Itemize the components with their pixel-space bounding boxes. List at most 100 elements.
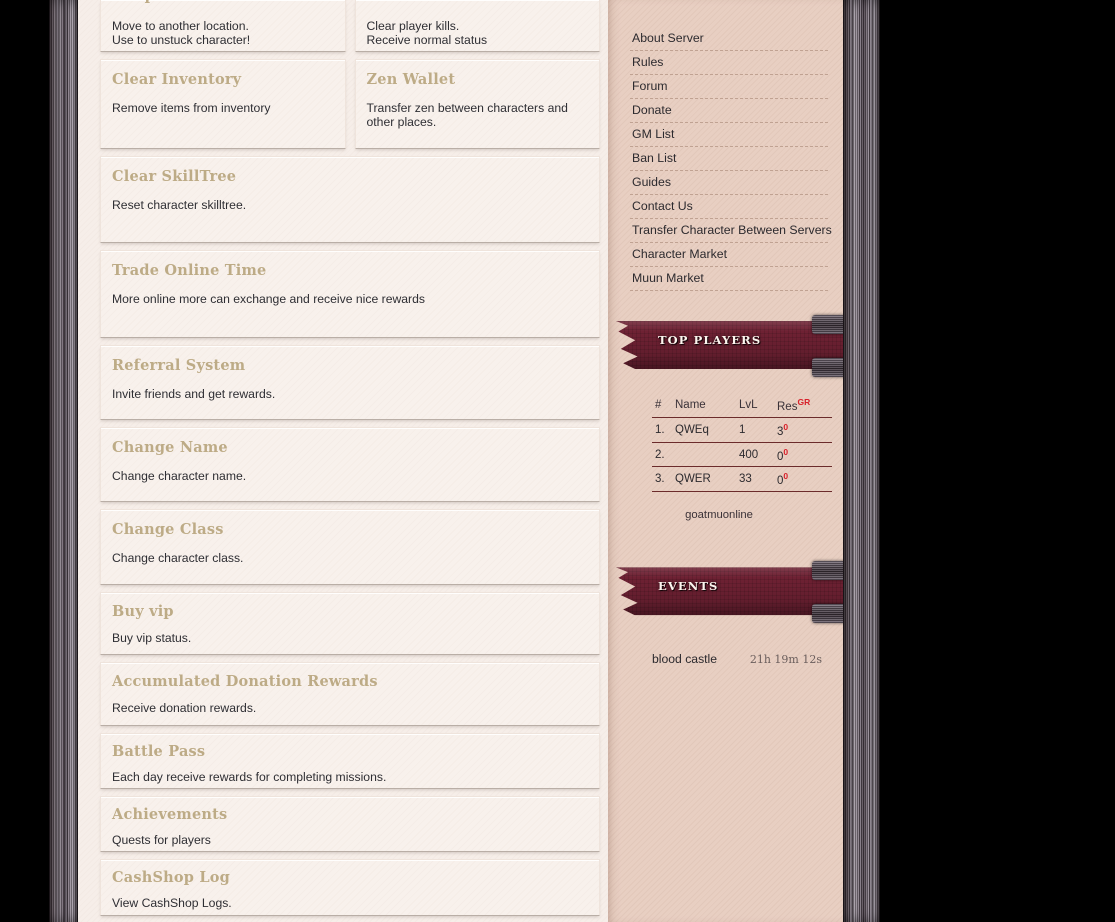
cell-resets: 00 [774,442,832,468]
header-name: Name [672,395,736,418]
header-resets: ResGR [774,395,832,418]
table-header-row: # Name LvL ResGR [652,395,832,418]
table-row[interactable]: 2. 400 00 [652,442,832,468]
sidebar: About Server Rules Forum Donate GM List Ban L… [616,0,843,669]
card-description: Move to another location. Use to unstuck… [112,19,250,48]
cell-grand-reset-sup: 0 [783,421,789,432]
feature-card-zen-wallet[interactable]: Zen Wallet Transfer zen between characte… [354,59,600,149]
card-description: Invite friends and get rewards. [112,386,276,401]
sidebar-item-character-market[interactable]: Character Market [630,243,828,267]
feature-card-cashshop-log[interactable]: CashShop Log View CashShop Logs. [100,859,600,916]
metal-bracket-icon [812,358,843,377]
feature-card-buy-vip[interactable]: Buy vip Buy vip status. [100,591,600,656]
cell-level: 400 [736,442,774,468]
sidebar-item-about-server[interactable]: About Server [630,27,828,51]
card-description: Quests for players [112,832,211,847]
card-description: More online more can exchange and receiv… [112,292,425,307]
event-countdown: 21h 19m 12s [749,653,822,667]
table-row[interactable]: 1. QWEq 1 30 [652,417,832,443]
card-title: Achievements [112,805,228,823]
card-description: Remove items from inventory [112,101,271,115]
header-rank: # [652,395,672,418]
metal-bracket-icon [812,604,843,624]
card-description: Change character class. [112,551,244,566]
card-description: View CashShop Logs. [112,896,232,911]
sidebar-item-forum[interactable]: Forum [630,75,828,99]
sidebar-item-donate[interactable]: Donate [630,99,828,123]
feature-card-accumulated-donation-rewards[interactable]: Accumulated Donation Rewards Receive dona… [100,662,600,726]
frame-rail [849,0,853,922]
cell-grand-reset-sup: 0 [783,471,789,482]
card-title: Clear SkillTree [112,167,237,185]
table-row[interactable]: 3. QWER 33 00 [652,466,832,493]
top-players-banner: TOP PLAYERS [616,315,843,377]
event-name: blood castle [652,652,718,667]
card-title: Accumulated Donation Rewards [112,673,378,691]
card-title: Battle Pass [112,742,206,760]
cell-rank: 3. [652,466,672,493]
cell-level: 1 [736,417,774,443]
card-title: Referral System [112,356,246,374]
sidebar-item-rules[interactable]: Rules [630,51,828,75]
header-grand-reset-sup: GR [797,397,811,407]
feature-card-clear-skilltree[interactable]: Clear SkillTree Reset character skilltree… [100,155,600,244]
card-description: Buy vip status. [112,630,192,645]
card-title: Zen Wallet [366,71,456,88]
feature-card-clear-inventory[interactable]: Clear Inventory Remove items from invent… [100,59,346,149]
card-title: Change Class [112,521,224,539]
frame-rail [64,0,68,922]
card-description: Reset character skilltree. [112,197,247,212]
feature-row-clipped: Warp Character Move to another location.… [100,0,600,52]
metal-bracket-icon [812,315,843,334]
ribbon-shape [616,567,843,616]
card-description-line: Move to another location. [112,19,249,33]
cell-resets: 00 [774,466,832,493]
card-description: Change character name. [112,468,247,483]
sidebar-item-ban-list[interactable]: Ban List [630,147,828,171]
cell-level: 33 [736,466,774,493]
card-description: Transfer zen between characters and othe… [366,101,568,130]
page-root: Warp Character Move to another location.… [0,0,1115,922]
cell-resets: 30 [774,417,832,443]
sidebar-item-gm-list[interactable]: GM List [630,123,828,147]
feature-row-half: Clear Inventory Remove items from invent… [100,59,600,149]
header-resets-label: Res [777,400,798,413]
sidebar-item-guides[interactable]: Guides [630,171,828,195]
cell-rank: 1. [652,417,672,443]
left-frame-border [49,0,78,922]
feature-list: Clear SkillTree Reset character skilltree… [100,155,600,922]
feature-card-trade-online-time[interactable]: Trade Online Time More online more can ex… [100,250,600,338]
sidebar-nav: About Server Rules Forum Donate GM List Ban L… [630,0,832,291]
card-description-line: Receive normal status [366,33,488,48]
card-title: Buy vip [112,602,174,620]
frame-rail [859,0,862,922]
feature-card-warp-character[interactable]: Warp Character Move to another location.… [100,0,346,52]
feature-card-battle-pass[interactable]: Battle Pass Each day receive rewards for … [100,732,600,789]
sidebar-item-muun-market[interactable]: Muun Market [630,267,828,291]
feature-card-achievements[interactable]: Achievements Quests for players [100,795,600,853]
sidebar-item-contact-us[interactable]: Contact Us [630,195,828,219]
events-list: blood castle 21h 19m 12s [652,649,822,669]
events-banner-label: EVENTS [658,579,719,594]
cell-name: QWER [672,466,736,493]
feature-card-change-class[interactable]: Change Class Change character class. [100,509,600,585]
top-players-banner-label: TOP PLAYERS [658,333,762,347]
top-players-footer: goatmuonline [685,509,753,522]
events-banner: EVENTS [616,561,843,624]
card-description-line: Clear player kills. [366,19,460,33]
sidebar-item-transfer-character-between-servers[interactable]: Transfer Character Between Servers [630,219,832,243]
feature-card-pk-clear[interactable]: PK Clear Clear player kills. Receive nor… [354,0,600,52]
card-title: PK Clear [367,0,440,4]
top-players-table: # Name LvL ResGR 1. QWEq 1 30 2. 400 00 3. QWER 3… [652,395,832,493]
frame-rail [869,0,873,922]
right-frame-border [843,0,880,922]
card-title: Trade Online Time [112,262,267,280]
main-content: Warp Character Move to another location.… [100,0,600,922]
card-title: Warp Character [112,0,243,4]
event-row-blood-castle[interactable]: blood castle 21h 19m 12s [652,649,822,669]
cell-name [672,442,736,468]
feature-card-change-name[interactable]: Change Name Change character name. [100,426,600,503]
feature-card-referral-system[interactable]: Referral System Invite friends and get re… [100,344,600,420]
cell-name: QWEq [672,417,736,443]
card-description: Receive donation rewards. [112,701,257,716]
